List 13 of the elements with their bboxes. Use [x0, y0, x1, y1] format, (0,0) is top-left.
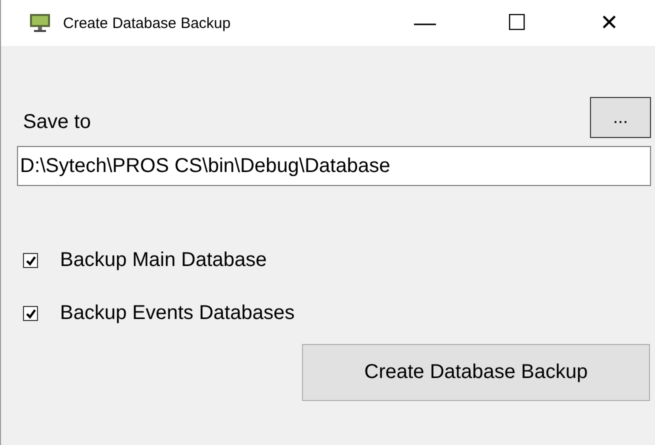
path-field[interactable]: D:\Sytech\PROS CS\bin\Debug\Database [17, 146, 651, 186]
create-backup-button[interactable]: Create Database Backup [302, 344, 650, 401]
checkbox[interactable] [23, 306, 38, 321]
save-to-label: Save to [23, 111, 91, 134]
window-control[interactable]: ☐ [471, 10, 563, 36]
browse-button[interactable]: ... [590, 97, 651, 138]
monitor-icon [29, 12, 51, 34]
checkbox-label[interactable]: Backup Events Databases [60, 302, 295, 325]
window-title: Create Database Backup [63, 14, 232, 32]
window-control[interactable]: ✕ [563, 10, 655, 36]
checkbox-label[interactable]: Backup Main Database [60, 249, 267, 272]
checkbox[interactable] [23, 253, 38, 268]
window-control[interactable]: — [379, 10, 471, 36]
